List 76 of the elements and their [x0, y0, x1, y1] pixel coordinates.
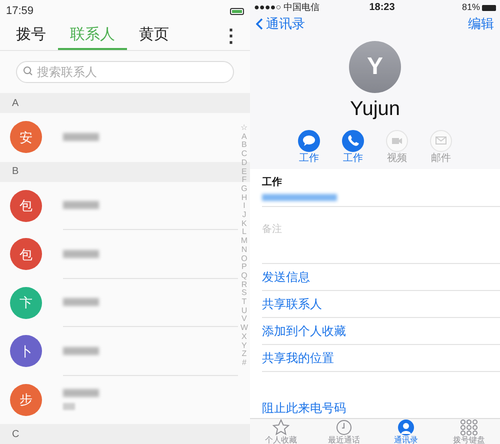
edit-button[interactable]: 编辑	[468, 14, 494, 34]
contact-name: Yujun	[350, 97, 400, 122]
action-button[interactable]: 工作	[298, 130, 320, 164]
contact-avatar: 卜	[10, 335, 42, 368]
action-link[interactable]: 共享我的位置	[262, 349, 334, 367]
index-letter[interactable]: R	[241, 280, 248, 290]
action-link[interactable]: 发送信息	[262, 268, 310, 286]
index-letter[interactable]: M	[240, 237, 248, 246]
index-letter[interactable]: V	[242, 315, 247, 324]
index-letter[interactable]: Z	[242, 350, 247, 359]
tab[interactable]: 拨号	[4, 22, 58, 50]
status-time: 17:59	[6, 4, 34, 19]
status-carrier: ●●●●○ 中国电信	[254, 0, 321, 14]
tab[interactable]: 黄页	[127, 22, 181, 50]
contact-avatar: 包	[10, 238, 42, 270]
contact-avatar: 包	[10, 190, 42, 222]
battery-level: 81%	[460, 0, 480, 14]
blurred-name	[63, 298, 99, 306]
index-letter[interactable]: I	[243, 202, 246, 212]
notes-field[interactable]: 备注	[262, 224, 282, 235]
keypad-icon	[460, 419, 478, 436]
blurred-name	[63, 201, 99, 210]
back-chevron-icon	[256, 18, 263, 30]
index-letter[interactable]: N	[241, 246, 248, 255]
menu-button[interactable]: ⋮	[216, 22, 246, 50]
battery-icon	[482, 4, 496, 10]
tab-bar-item[interactable]: 最近通话	[312, 419, 375, 444]
index-letter[interactable]: S	[242, 289, 247, 298]
index-letter[interactable]: F	[242, 176, 247, 185]
battery-icon	[230, 8, 244, 14]
index-letter[interactable]: T	[242, 298, 247, 307]
index-letter[interactable]: H	[241, 194, 248, 202]
section-letter: A	[12, 96, 19, 110]
tab[interactable]: 联系人	[58, 22, 127, 50]
index-letter[interactable]: W	[240, 324, 248, 333]
tab-bar-item[interactable]: 拨号键盘	[438, 419, 500, 444]
section-letter: B	[12, 165, 19, 179]
section-letter: C	[12, 428, 20, 442]
tab-bar-item[interactable]: 个人收藏	[250, 419, 312, 444]
index-letter[interactable]: U	[241, 306, 248, 316]
index-letter[interactable]: J	[242, 211, 246, 220]
index-letter[interactable]: C	[241, 150, 248, 159]
contact-avatar: 安	[10, 121, 42, 154]
index-letter[interactable]: X	[242, 332, 247, 342]
action-button[interactable]: 工作	[342, 130, 364, 164]
index-letter[interactable]: G	[241, 184, 248, 194]
index-letter[interactable]: A	[242, 132, 247, 142]
status-time: 18:23	[368, 1, 396, 15]
index-letter[interactable]: B	[242, 141, 247, 150]
star-icon	[272, 419, 290, 436]
action-link[interactable]: 共享联系人	[262, 295, 322, 313]
blurred-detail	[63, 403, 75, 410]
field-label: 工作	[262, 176, 283, 190]
back-button[interactable]: 通讯录	[256, 14, 305, 34]
clock-icon	[334, 419, 353, 436]
contact-avatar: Y	[349, 41, 401, 93]
blurred-name	[63, 133, 99, 142]
blurred-name	[63, 250, 99, 258]
index-letter[interactable]: P	[242, 263, 247, 272]
index-letter[interactable]: Y	[242, 342, 247, 350]
index-letter[interactable]: L	[242, 228, 246, 238]
action-link[interactable]: 添加到个人收藏	[262, 322, 346, 340]
index-letter[interactable]: D	[241, 158, 248, 168]
block-caller-link[interactable]: 阻止此来电号码	[262, 399, 346, 417]
tab-bar-item[interactable]: 通讯录	[375, 419, 438, 444]
blurred-name	[63, 389, 99, 398]
index-letter[interactable]: K	[242, 220, 247, 228]
index-letter[interactable]: #	[242, 358, 246, 368]
index-letter[interactable]: Q	[241, 272, 248, 281]
index-letter[interactable]: ☆	[240, 124, 248, 133]
blurred-name	[63, 346, 99, 355]
search-field[interactable]: 搜索联系人	[16, 61, 234, 83]
contact-avatar: 步	[10, 384, 42, 416]
index-letter[interactable]: E	[242, 168, 247, 176]
index-letter[interactable]: O	[241, 254, 248, 264]
contact-avatar: 卞	[10, 286, 42, 319]
